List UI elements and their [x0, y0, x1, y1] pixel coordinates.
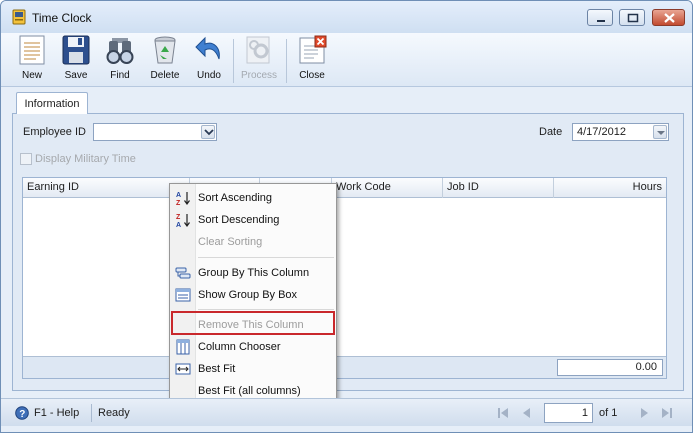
window-title: Time Clock — [32, 11, 92, 25]
process-label: Process — [240, 70, 278, 81]
title-bar[interactable]: Time Clock — [1, 1, 692, 33]
column-header-work-code[interactable]: Work Code — [332, 178, 443, 198]
date-picker[interactable]: 4/17/2012 — [572, 123, 669, 141]
highlight-box — [171, 311, 335, 335]
close-window-button[interactable] — [652, 9, 685, 26]
minimize-button[interactable] — [587, 9, 613, 26]
maximize-button[interactable] — [619, 9, 645, 26]
svg-text:Z: Z — [176, 200, 181, 206]
next-page-icon[interactable] — [639, 407, 651, 419]
best-fit-icon — [175, 363, 191, 375]
new-document-icon — [19, 35, 45, 65]
binoculars-icon — [106, 38, 134, 64]
menu-item-column-chooser[interactable]: Column Chooser — [170, 336, 336, 358]
delete-label: Delete — [150, 70, 180, 81]
menu-item-label: Best Fit — [198, 363, 236, 375]
previous-page-icon[interactable] — [520, 407, 532, 419]
column-context-menu: A Z Sort Ascending Z A Sort Descending C… — [169, 183, 337, 406]
employee-id-label: Employee ID — [23, 126, 86, 138]
column-header-earning-id[interactable]: Earning ID — [23, 178, 190, 198]
svg-text:A: A — [176, 222, 181, 228]
time-clock-window: Time Clock New Save Find Delete Undo Pro… — [0, 0, 693, 433]
process-button[interactable]: Process — [238, 35, 280, 85]
time-clock-app-icon — [12, 9, 26, 25]
date-dropdown-button[interactable] — [653, 125, 667, 139]
menu-item-label: Column Chooser — [198, 341, 281, 353]
close-document-icon — [299, 35, 327, 64]
new-button[interactable]: New — [13, 35, 51, 85]
minimize-icon — [597, 20, 605, 22]
hours-total: 0.00 — [557, 359, 663, 376]
group-by-column-icon — [175, 267, 191, 279]
sort-descending-icon: Z A — [176, 214, 190, 228]
find-button[interactable]: Find — [101, 35, 139, 85]
date-value: 4/17/2012 — [577, 126, 626, 138]
menu-item-label: Show Group By Box — [198, 289, 298, 301]
grid-header: Earning ID Work Code Job ID Hours — [23, 178, 666, 198]
menu-item-label: Best Fit (all columns) — [198, 385, 301, 397]
menu-item-sort-descending[interactable]: Z A Sort Descending — [170, 209, 336, 231]
undo-button[interactable]: Undo — [190, 35, 228, 85]
menu-item-label: Sort Ascending — [198, 192, 272, 204]
help-icon[interactable]: ? — [15, 406, 29, 420]
column-chooser-icon — [176, 339, 190, 355]
display-military-time-label: Display Military Time — [35, 153, 136, 165]
new-label: New — [21, 70, 42, 81]
process-gears-icon — [246, 36, 270, 64]
recycle-bin-icon — [154, 36, 176, 64]
first-page-icon[interactable] — [497, 407, 509, 419]
svg-text:Z: Z — [176, 214, 181, 221]
delete-button[interactable]: Delete — [146, 35, 184, 85]
last-page-icon[interactable] — [661, 407, 673, 419]
maximize-icon — [627, 13, 639, 23]
menu-item-sort-ascending[interactable]: A Z Sort Ascending — [170, 187, 336, 209]
status-separator — [91, 404, 92, 422]
floppy-disk-icon — [62, 35, 90, 65]
page-number-input[interactable]: 1 — [544, 403, 593, 423]
group-by-box-icon — [175, 288, 191, 302]
find-label: Find — [110, 70, 130, 81]
employee-id-combobox[interactable] — [93, 123, 217, 141]
svg-text:?: ? — [19, 409, 25, 420]
close-icon — [664, 13, 675, 23]
menu-item-label: Group By This Column — [198, 267, 310, 279]
undo-label: Undo — [197, 70, 221, 81]
menu-item-best-fit[interactable]: Best Fit — [170, 358, 336, 380]
tab-information[interactable]: Information — [16, 92, 88, 114]
display-military-time-checkbox[interactable] — [20, 153, 32, 165]
menu-item-group-by-this-column[interactable]: Group By This Column — [170, 262, 336, 284]
date-label: Date — [539, 126, 563, 138]
save-label: Save — [64, 70, 88, 81]
save-button[interactable]: Save — [57, 35, 95, 85]
svg-text:A: A — [176, 192, 181, 199]
toolbar-separator — [233, 39, 234, 83]
status-text: Ready — [98, 407, 130, 419]
toolbar-separator — [286, 39, 287, 83]
column-header-hours[interactable]: Hours — [554, 178, 666, 198]
employee-id-dropdown-button[interactable] — [201, 125, 215, 139]
menu-item-clear-sorting[interactable]: Clear Sorting — [170, 231, 336, 253]
status-bar: ? F1 - Help Ready 1 of 1 — [1, 398, 692, 426]
time-entries-grid[interactable]: Earning ID Work Code Job ID Hours 0.00 — [22, 177, 667, 379]
page-count-label: of 1 — [599, 407, 618, 419]
close-label: Close — [299, 70, 325, 81]
menu-item-show-group-by-box[interactable]: Show Group By Box — [170, 284, 336, 306]
menu-separator — [198, 309, 334, 310]
column-header-job-id[interactable]: Job ID — [443, 178, 554, 198]
close-button[interactable]: Close — [293, 35, 331, 85]
help-shortcut-text[interactable]: F1 - Help — [34, 407, 79, 419]
sort-ascending-icon: A Z — [176, 192, 190, 206]
menu-separator — [198, 257, 334, 258]
chevron-down-icon — [204, 129, 214, 136]
triangle-down-icon — [657, 131, 665, 135]
menu-item-label: Clear Sorting — [198, 236, 263, 248]
menu-item-label: Sort Descending — [198, 214, 280, 226]
toolbar: New Save Find Delete Undo Process Close — [1, 33, 692, 87]
undo-arrow-icon — [195, 36, 220, 60]
